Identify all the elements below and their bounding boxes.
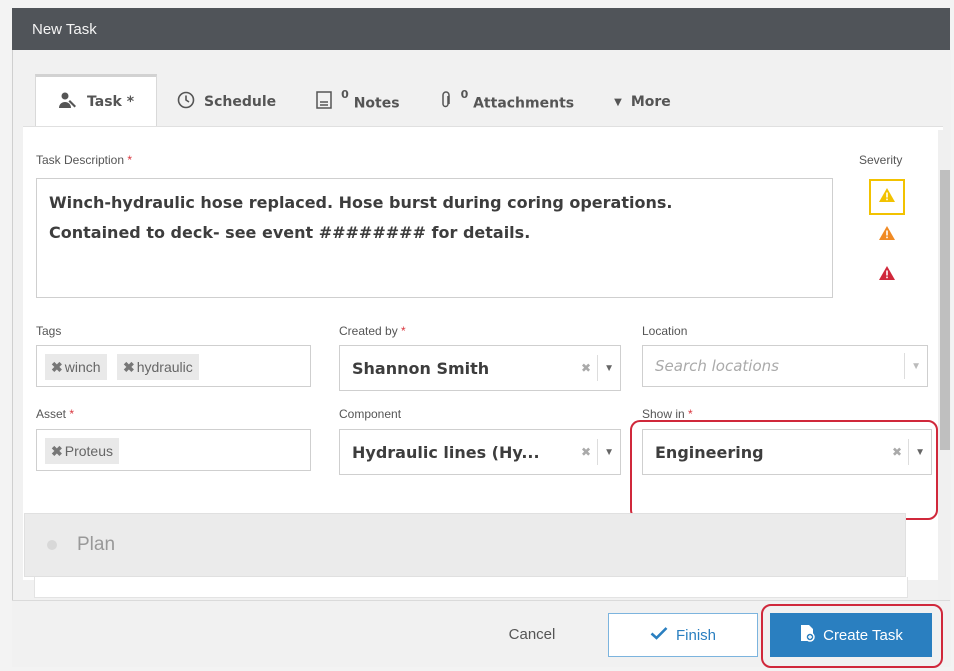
note-icon — [316, 91, 332, 113]
component-value: Hydraulic lines (Hy... — [352, 442, 540, 462]
cancel-button[interactable]: Cancel — [482, 616, 582, 652]
asset-input[interactable]: ✖ Proteus — [36, 429, 311, 471]
plan-section-body — [34, 577, 908, 598]
tab-bar: Task * Schedule 0 Notes 0 Attachments ▼ … — [35, 74, 691, 126]
dialog-title: New Task — [32, 20, 97, 38]
tab-notes-label: Notes — [353, 95, 400, 112]
component-select[interactable]: Hydraulic lines (Hy... ✖ ▼ — [339, 429, 621, 475]
warning-yellow-icon — [878, 187, 896, 208]
clock-icon — [177, 91, 195, 113]
tag-chip[interactable]: ✖ winch — [45, 354, 107, 380]
attachments-count: 0 — [460, 88, 469, 102]
clear-icon[interactable]: ✖ — [581, 361, 591, 375]
created-by-label: Created by * — [339, 324, 406, 338]
dialog-footer: Cancel Finish Create Task — [12, 600, 950, 668]
remove-tag-icon[interactable]: ✖ — [123, 359, 135, 376]
chevron-down-icon[interactable]: ▼ — [604, 447, 614, 458]
show-in-highlight — [630, 420, 938, 520]
scrollbar-thumb[interactable] — [940, 170, 950, 450]
task-description-input[interactable]: Winch-hydraulic hose replaced. Hose burs… — [36, 178, 833, 298]
task-description-line-1: Winch-hydraulic hose replaced. Hose burs… — [49, 193, 673, 212]
plan-label: Plan — [77, 534, 116, 555]
plan-status-dot — [47, 540, 57, 550]
severity-label: Severity — [859, 153, 903, 167]
component-label: Component — [339, 407, 402, 421]
dialog-titlebar: New Task — [12, 8, 950, 50]
location-placeholder: Search locations — [655, 357, 779, 375]
remove-asset-icon[interactable]: ✖ — [51, 443, 63, 460]
tags-input[interactable]: ✖ winch ✖ hydraulic — [36, 345, 311, 387]
asset-chip[interactable]: ✖ Proteus — [45, 438, 119, 464]
user-wrench-icon — [58, 91, 78, 113]
severity-low-option[interactable] — [869, 179, 905, 215]
tab-more-label: More — [630, 94, 671, 110]
cancel-button-label: Cancel — [508, 625, 556, 643]
task-description-line-2: Contained to deck- see event ######## fo… — [49, 223, 531, 242]
paperclip-icon — [440, 91, 452, 113]
create-task-highlight — [761, 604, 943, 668]
created-by-select[interactable]: Shannon Smith ✖ ▼ — [339, 345, 621, 391]
task-description-label: Task Description * — [36, 153, 133, 167]
clear-icon[interactable]: ✖ — [581, 445, 591, 459]
tag-chip[interactable]: ✖ hydraulic — [116, 354, 199, 380]
notes-count: 0 — [341, 88, 349, 102]
tab-attachments-label: Attachments — [473, 95, 575, 112]
tab-task[interactable]: Task * — [35, 74, 158, 126]
tab-more[interactable]: ▼ More — [594, 78, 691, 126]
chevron-down-icon[interactable]: ▼ — [604, 363, 614, 374]
caret-down-icon: ▼ — [614, 96, 622, 108]
finish-button-label: Finish — [675, 626, 716, 644]
chevron-down-icon[interactable]: ▼ — [911, 361, 921, 372]
severity-high-option[interactable] — [869, 257, 905, 293]
warning-orange-icon — [878, 225, 896, 246]
created-by-value: Shannon Smith — [352, 358, 490, 378]
tab-schedule-label: Schedule — [204, 94, 277, 110]
finish-button[interactable]: Finish — [608, 613, 758, 657]
tab-task-label: Task * — [87, 93, 135, 110]
remove-tag-icon[interactable]: ✖ — [51, 359, 63, 376]
tab-attachments[interactable]: 0 Attachments — [420, 78, 595, 126]
show-in-label: Show in * — [642, 407, 693, 421]
warning-red-icon — [878, 265, 896, 286]
tab-notes[interactable]: 0 Notes — [296, 78, 419, 126]
severity-medium-option[interactable] — [869, 217, 905, 253]
location-label: Location — [642, 324, 688, 338]
asset-label: Asset * — [36, 407, 75, 421]
tags-label: Tags — [36, 324, 62, 338]
location-select[interactable]: Search locations ▼ — [642, 345, 928, 387]
plan-section-header[interactable]: Plan — [24, 513, 906, 577]
tab-schedule[interactable]: Schedule — [157, 78, 296, 126]
checkmark-icon — [650, 626, 668, 644]
